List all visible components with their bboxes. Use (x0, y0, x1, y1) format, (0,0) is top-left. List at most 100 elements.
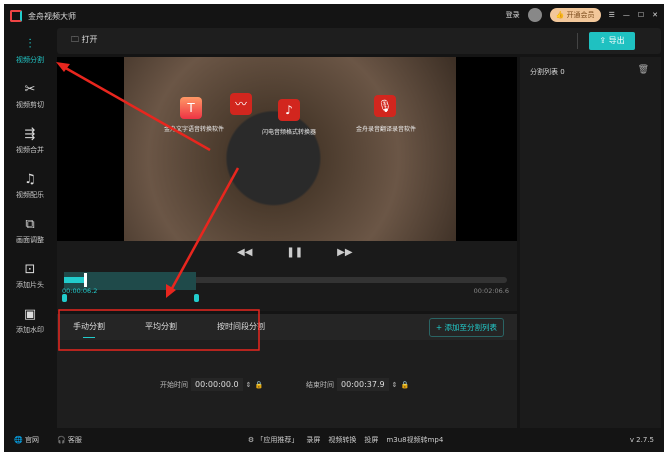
audio-wave-app-icon: 〰 (230, 93, 252, 115)
divider (577, 33, 578, 49)
start-time-row: 开始时间 00:00:00.0 ⇕ 🔒 (160, 378, 263, 391)
sidebar-label: 视频合并 (16, 145, 44, 154)
crop-icon: ⧉ (25, 216, 35, 232)
current-time: 00:00:06.2 (62, 287, 98, 295)
puzzle-icon: ⚙ (247, 436, 255, 444)
music-note-app-icon: ♪ (278, 99, 300, 121)
add-to-list-button[interactable]: + 添加至分割列表 (428, 318, 504, 337)
lock-icon[interactable]: 🔒 (254, 381, 263, 389)
merge-icon: ⇶ (24, 126, 36, 142)
watermark-icon: ▣ (23, 306, 37, 322)
open-button[interactable]: 🗀 打开 (71, 34, 98, 48)
vip-button[interactable]: 👍 开通会员 (549, 8, 601, 22)
avatar[interactable] (527, 8, 542, 22)
login-link[interactable]: 登录 (506, 10, 520, 20)
start-time-label: 开始时间 (160, 380, 188, 389)
export-button[interactable]: ⇪ 导出 (589, 32, 635, 50)
split-icon: ⫶ (28, 36, 32, 52)
sidebar-label: 视频分割 (16, 55, 44, 64)
microphone-app-icon: 🎙 (374, 95, 396, 117)
sidebar: ⫶ 视频分割 ✂ 视频剪切 ⇶ 视频合并 ♫ 视频配乐 ⧉ 画面调整 ⊡ 添加片头 ▣ 添加水… (4, 28, 56, 428)
end-time-row: 结束时间 00:00:37.9 ⇕ 🔒 (306, 378, 409, 391)
recommend-label: ⚙ 「应用推荐」 (248, 435, 299, 445)
video-preview[interactable]: T 〰 ♪ 🎙 金舟文字语音转换软件 闪电音频格式转换器 金舟录音翻译录音软件 (57, 57, 517, 241)
globe-icon: 🌐 (14, 436, 23, 444)
sidebar-item-split[interactable]: ⫶ 视频分割 (4, 28, 56, 73)
minimize-icon[interactable]: — (623, 11, 630, 19)
sidebar-label: 添加水印 (16, 325, 44, 334)
forward-icon[interactable]: ▶▶ (337, 247, 352, 258)
music-icon: ♫ (24, 171, 36, 187)
title-bar: 金舟视频大师 登录 👍 开通会员 ☰ — ☐ ✕ (4, 4, 664, 28)
sidebar-label: 画面调整 (16, 235, 44, 244)
end-time-input[interactable]: 00:00:37.9 (337, 378, 389, 391)
export-label: 导出 (608, 36, 625, 45)
service-link[interactable]: 🎧 客服 (57, 435, 82, 445)
link-cast-screen[interactable]: 投屏 (364, 435, 378, 445)
app-logo-icon (10, 10, 22, 22)
menu-icon[interactable]: ☰ (609, 11, 615, 19)
app-label: 闪电音频格式转换器 (262, 129, 317, 136)
pause-icon[interactable]: ❚❚ (286, 247, 303, 258)
end-marker[interactable] (194, 294, 199, 302)
link-video-convert[interactable]: 视频转换 (328, 435, 356, 445)
footer: 🌐 官网 🎧 客服 ⚙ 「应用推荐」 录屏 视频转换 投屏 m3u8视频转mp4… (4, 428, 664, 452)
open-label: 打开 (81, 35, 98, 44)
seconds: 00.0 (220, 380, 239, 389)
stepper-icon[interactable]: ⇕ (246, 381, 252, 389)
total-time: 00:02:06.6 (473, 287, 509, 295)
progress-fill (64, 277, 87, 283)
maximize-icon[interactable]: ☐ (638, 11, 644, 19)
close-icon[interactable]: ✕ (652, 11, 658, 19)
sidebar-item-merge[interactable]: ⇶ 视频合并 (4, 118, 56, 163)
upload-icon: ⇪ (599, 36, 607, 45)
app-label: 金舟录音翻译录音软件 (356, 126, 417, 133)
sidebar-label: 视频配乐 (16, 190, 44, 199)
vip-label: 开通会员 (566, 11, 595, 19)
rewind-icon[interactable]: ◀◀ (237, 247, 252, 258)
app-window: 金舟视频大师 登录 👍 开通会员 ☰ — ☐ ✕ ⫶ 视频分割 ✂ 视频剪切 ⇶ 视频… (4, 4, 664, 452)
sidebar-item-cut[interactable]: ✂ 视频剪切 (4, 73, 56, 118)
seconds: 37.9 (366, 380, 385, 389)
scissors-icon: ✂ (24, 81, 36, 97)
website-label: 官网 (24, 436, 39, 444)
version: v 2.7.5 (629, 436, 654, 444)
app-title: 金舟视频大师 (28, 11, 76, 21)
player-controls: ◀◀ ❚❚ ▶▶ 00:00:06.2 00:02:06.6 (57, 241, 517, 311)
tab-manual-split[interactable]: 手动分割 (57, 314, 121, 340)
tab-time-segment-split[interactable]: 按时间段分割 (201, 314, 281, 340)
split-panel: 手动分割 平均分割 按时间段分割 + 添加至分割列表 开始时间 00:00:00… (57, 314, 517, 428)
sidebar-item-adjust[interactable]: ⧉ 画面调整 (4, 208, 56, 253)
text-speech-app-icon: T (180, 97, 202, 119)
sidebar-label: 视频剪切 (16, 100, 44, 109)
end-time-label: 结束时间 (306, 380, 334, 389)
playhead[interactable] (84, 273, 87, 287)
app-label: 金舟文字语音转换软件 (164, 126, 225, 133)
lock-icon[interactable]: 🔒 (400, 381, 409, 389)
website-link[interactable]: 🌐 官网 (14, 435, 39, 445)
sidebar-item-intro[interactable]: ⊡ 添加片头 (4, 253, 56, 298)
toolbar: 🗀 打开 ⇪ 导出 (57, 28, 661, 54)
trash-icon[interactable]: 🗑 (638, 65, 649, 75)
sidebar-item-watermark[interactable]: ▣ 添加水印 (4, 298, 56, 343)
service-label: 客服 (67, 436, 82, 444)
tab-average-split[interactable]: 平均分割 (129, 314, 193, 340)
split-list-title: 分割列表 0 (530, 68, 565, 76)
folder-icon: 🗀 (71, 35, 79, 44)
headset-icon: 🎧 (56, 436, 66, 444)
hours: 00 (195, 380, 206, 389)
sidebar-label: 添加片头 (16, 280, 44, 289)
stepper-icon[interactable]: ⇕ (392, 381, 398, 389)
link-m3u8-to-mp4[interactable]: m3u8视频转mp4 (386, 435, 443, 445)
link-record-screen[interactable]: 录屏 (306, 435, 320, 445)
sidebar-item-music[interactable]: ♫ 视频配乐 (4, 163, 56, 208)
minutes: 00 (353, 380, 365, 389)
start-time-input[interactable]: 00:00:00.0 (191, 378, 243, 391)
video-frame: T 〰 ♪ 🎙 金舟文字语音转换软件 闪电音频格式转换器 金舟录音翻译录音软件 (124, 57, 456, 241)
recommend-text: 「应用推荐」 (256, 436, 299, 444)
hours: 00 (341, 380, 352, 389)
minutes: 00 (207, 380, 219, 389)
split-list-panel: 分割列表 0 🗑 (520, 57, 661, 428)
start-marker[interactable] (62, 294, 67, 302)
add-intro-icon: ⊡ (24, 261, 36, 277)
